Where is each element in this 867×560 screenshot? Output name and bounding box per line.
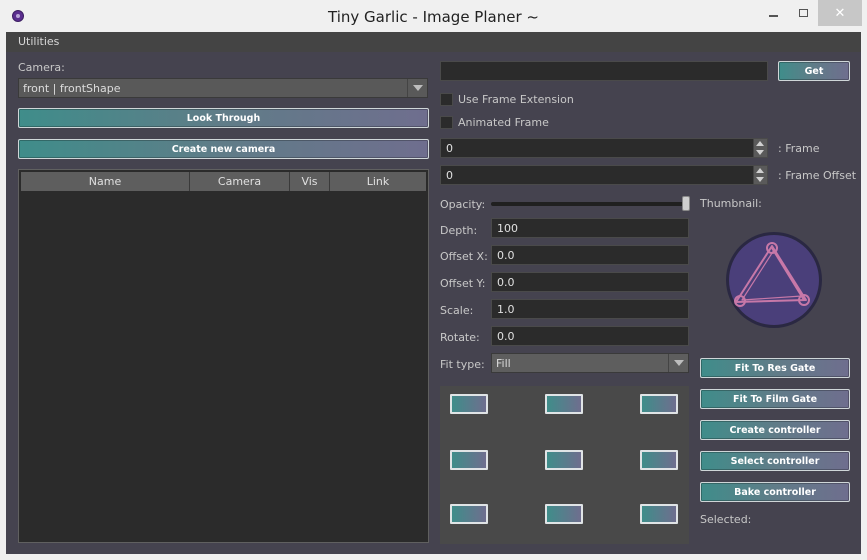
scale-label: Scale: <box>440 304 474 317</box>
animated-frame-label: Animated Frame <box>458 116 549 129</box>
fit-type-value: Fill <box>496 357 511 370</box>
offset-x-field[interactable]: 0.0 <box>491 245 689 265</box>
column-header-link[interactable]: Link <box>330 172 426 191</box>
opacity-slider-handle[interactable] <box>682 196 690 211</box>
frame-spinner[interactable] <box>753 139 767 157</box>
maximize-button[interactable] <box>788 0 818 26</box>
align-top-left-button[interactable] <box>450 394 488 414</box>
align-bottom-left-button[interactable] <box>450 504 488 524</box>
rotate-value: 0.0 <box>497 330 515 343</box>
spin-up-icon <box>756 141 764 146</box>
image-path-field[interactable] <box>440 61 768 81</box>
thumbnail-label: Thumbnail: <box>700 197 762 210</box>
align-bottom-right-button[interactable] <box>640 504 678 524</box>
offset-x-label: Offset X: <box>440 250 488 263</box>
animated-frame-checkbox[interactable] <box>440 116 453 129</box>
fit-type-label: Fit type: <box>440 358 485 371</box>
minimize-icon <box>768 15 778 17</box>
frame-offset-value: 0 <box>446 169 453 182</box>
opacity-slider[interactable] <box>491 202 690 206</box>
image-plane-table[interactable]: Name Camera Vis Link <box>18 169 429 543</box>
align-center-button[interactable] <box>545 450 583 470</box>
align-middle-left-button[interactable] <box>450 450 488 470</box>
fit-res-gate-button[interactable]: Fit To Res Gate <box>700 358 850 378</box>
depth-label: Depth: <box>440 224 478 237</box>
column-header-camera[interactable]: Camera <box>190 172 290 191</box>
window-title: Tiny Garlic - Image Planer ~ <box>328 8 539 26</box>
position-grid <box>440 386 689 544</box>
frame-offset-label: : Frame Offset <box>778 169 857 182</box>
camera-dropdown-value: front | frontShape <box>23 82 121 95</box>
frame-value: 0 <box>446 142 453 155</box>
minimize-button[interactable] <box>758 0 788 26</box>
create-camera-button[interactable]: Create new camera <box>18 139 429 159</box>
spin-down-icon <box>756 150 764 155</box>
column-header-vis[interactable]: Vis <box>290 172 330 191</box>
app-window: Tiny Garlic - Image Planer ~ ✕ Utilities… <box>0 0 867 560</box>
depth-value: 100 <box>497 222 518 235</box>
opacity-label: Opacity: <box>440 198 486 211</box>
menu-utilities[interactable]: Utilities <box>18 35 59 48</box>
frame-field[interactable]: 0 <box>440 138 768 158</box>
table-header: Name Camera Vis Link <box>21 172 426 191</box>
close-button[interactable]: ✕ <box>818 0 862 26</box>
create-controller-button[interactable]: Create controller <box>700 420 850 440</box>
scale-field[interactable]: 1.0 <box>491 299 689 319</box>
close-icon: ✕ <box>834 5 846 21</box>
align-top-center-button[interactable] <box>545 394 583 414</box>
use-frame-extension-label: Use Frame Extension <box>458 93 574 106</box>
offset-y-label: Offset Y: <box>440 277 486 290</box>
title-bar[interactable]: Tiny Garlic - Image Planer ~ ✕ <box>0 0 867 32</box>
spin-up-icon <box>756 168 764 173</box>
rotate-field[interactable]: 0.0 <box>491 326 689 346</box>
scale-value: 1.0 <box>497 303 515 316</box>
get-button[interactable]: Get <box>778 61 850 81</box>
camera-dropdown[interactable]: front | frontShape <box>18 78 428 98</box>
align-middle-right-button[interactable] <box>640 450 678 470</box>
spin-down-icon <box>756 177 764 182</box>
chevron-down-icon <box>668 354 688 372</box>
rotate-label: Rotate: <box>440 331 480 344</box>
offset-y-value: 0.0 <box>497 276 515 289</box>
main-panel: Camera: front | frontShape Look Through … <box>6 52 861 554</box>
fit-type-dropdown[interactable]: Fill <box>491 353 689 373</box>
use-frame-extension-checkbox[interactable] <box>440 93 453 106</box>
frame-offset-spinner[interactable] <box>753 166 767 184</box>
column-header-name[interactable]: Name <box>21 172 190 191</box>
align-top-right-button[interactable] <box>640 394 678 414</box>
frame-label: : Frame <box>778 142 820 155</box>
select-controller-button[interactable]: Select controller <box>700 451 850 471</box>
depth-field[interactable]: 100 <box>491 218 689 238</box>
selected-label: Selected: <box>700 513 752 526</box>
offset-x-value: 0.0 <box>497 249 515 262</box>
chevron-down-icon <box>407 79 427 97</box>
fit-film-gate-button[interactable]: Fit To Film Gate <box>700 389 850 409</box>
menu-bar: Utilities <box>6 32 861 52</box>
bake-controller-button[interactable]: Bake controller <box>700 482 850 502</box>
align-bottom-center-button[interactable] <box>545 504 583 524</box>
image-plane-logo <box>724 230 824 330</box>
offset-y-field[interactable]: 0.0 <box>491 272 689 292</box>
look-through-button[interactable]: Look Through <box>18 108 429 128</box>
maximize-icon <box>798 9 808 17</box>
frame-offset-field[interactable]: 0 <box>440 165 768 185</box>
camera-label: Camera: <box>18 61 65 74</box>
